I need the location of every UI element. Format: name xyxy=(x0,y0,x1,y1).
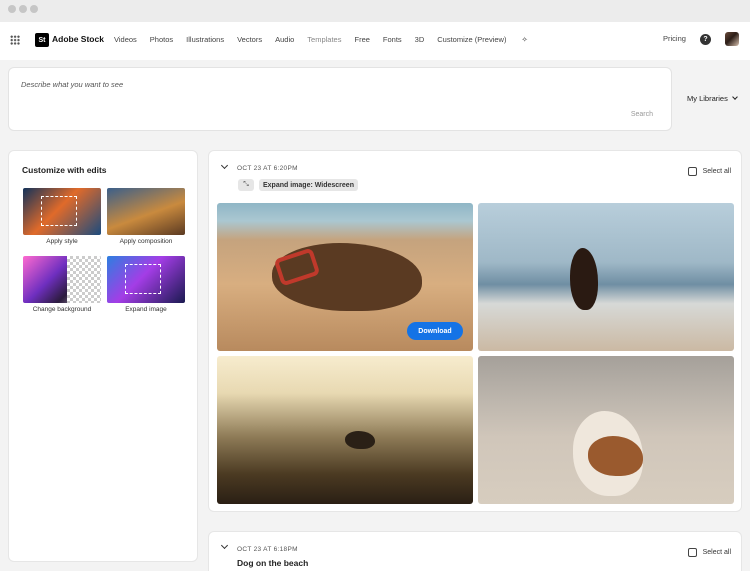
nav-link-templates[interactable]: Templates xyxy=(307,35,341,44)
result-image-2[interactable] xyxy=(478,203,734,351)
window-titlebar xyxy=(0,0,750,22)
app: St Adobe Stock Videos Photos Illustratio… xyxy=(0,22,750,571)
select-all-checkbox[interactable] xyxy=(687,548,697,557)
nav-link-customize[interactable]: Customize (Preview) ✧ xyxy=(437,35,541,44)
tile-label: Apply style xyxy=(46,238,78,245)
select-all-control[interactable]: Select all xyxy=(687,167,731,176)
expand-edit-icon: ⤡ xyxy=(238,179,254,191)
nav-link-vectors[interactable]: Vectors xyxy=(237,35,262,44)
tile-expand-image[interactable]: Expand image xyxy=(107,256,185,313)
nav-link-free[interactable]: Free xyxy=(354,35,369,44)
nav-link-illustrations[interactable]: Illustrations xyxy=(186,35,224,44)
collapse-chevron-icon[interactable] xyxy=(220,541,229,550)
window-close-dot[interactable] xyxy=(8,5,16,13)
select-all-label: Select all xyxy=(702,549,731,556)
brand-name[interactable]: Adobe Stock xyxy=(52,34,104,44)
tile-label: Apply composition xyxy=(119,238,173,245)
tile-change-background[interactable]: Change background xyxy=(23,256,101,313)
apply-style-thumbnail xyxy=(23,188,101,235)
collapse-chevron-icon[interactable] xyxy=(220,161,229,170)
nav-link-customize-label: Customize (Preview) xyxy=(437,35,507,44)
app-switcher-grid-icon[interactable] xyxy=(10,35,20,45)
nav-link-audio[interactable]: Audio xyxy=(275,35,294,44)
sparkle-icon: ✧ xyxy=(521,35,528,44)
result-timestamp: OCT 23 AT 6:20PM xyxy=(237,165,298,172)
pricing-link[interactable]: Pricing xyxy=(663,34,686,43)
select-all-control[interactable]: Select all xyxy=(687,548,731,557)
window-minimize-dot[interactable] xyxy=(19,5,27,13)
select-all-checkbox[interactable] xyxy=(687,167,697,176)
chevron-down-icon xyxy=(732,94,738,100)
tile-apply-composition[interactable]: Apply composition xyxy=(107,188,185,245)
nav-links: Videos Photos Illustrations Vectors Audi… xyxy=(114,35,554,44)
edit-applied-chip: Expand image: Widescreen xyxy=(259,179,358,191)
result-image-1[interactable]: Download xyxy=(217,203,473,351)
nav-link-3d[interactable]: 3D xyxy=(415,35,425,44)
prompt-search-box: Search xyxy=(8,67,672,131)
expand-image-thumbnail xyxy=(107,256,185,303)
apply-composition-thumbnail xyxy=(107,188,185,235)
dog-shape xyxy=(345,431,375,449)
my-libraries-label: My Libraries xyxy=(687,94,728,103)
nav-link-videos[interactable]: Videos xyxy=(114,35,137,44)
nav-link-photos[interactable]: Photos xyxy=(150,35,173,44)
change-background-thumbnail xyxy=(23,256,101,303)
download-button[interactable]: Download xyxy=(407,322,463,340)
result-image-3[interactable] xyxy=(217,356,473,504)
user-avatar[interactable] xyxy=(725,32,739,46)
my-libraries-dropdown[interactable]: My Libraries xyxy=(687,94,738,103)
search-button[interactable]: Search xyxy=(631,111,653,118)
tile-label: Change background xyxy=(32,306,92,313)
nav-link-fonts[interactable]: Fonts xyxy=(383,35,402,44)
generation-result-card: OCT 23 AT 6:18PM Select all Dog on the b… xyxy=(208,531,742,571)
top-navigation: St Adobe Stock Videos Photos Illustratio… xyxy=(0,22,750,60)
dog-shape xyxy=(570,248,598,310)
expand-frame-icon xyxy=(125,264,161,294)
result-timestamp: OCT 23 AT 6:18PM xyxy=(237,546,298,553)
result-image-4[interactable] xyxy=(478,356,734,504)
window-maximize-dot[interactable] xyxy=(30,5,38,13)
generation-result-card: OCT 23 AT 6:20PM Select all ⤡ Expand ima… xyxy=(208,150,742,512)
result-prompt-title: Dog on the beach xyxy=(237,558,309,568)
customize-panel: Customize with edits Apply style Apply c… xyxy=(8,150,198,562)
adobe-stock-logo[interactable]: St xyxy=(35,33,49,47)
tile-apply-style[interactable]: Apply style xyxy=(23,188,101,245)
tile-label: Expand image xyxy=(125,306,167,313)
dog-shape xyxy=(588,436,643,476)
select-all-label: Select all xyxy=(702,168,731,175)
help-icon[interactable]: ? xyxy=(700,34,711,45)
customize-panel-title: Customize with edits xyxy=(22,165,107,175)
prompt-input[interactable] xyxy=(21,80,541,89)
transparency-checker xyxy=(67,256,101,303)
selection-frame-icon xyxy=(41,196,77,226)
